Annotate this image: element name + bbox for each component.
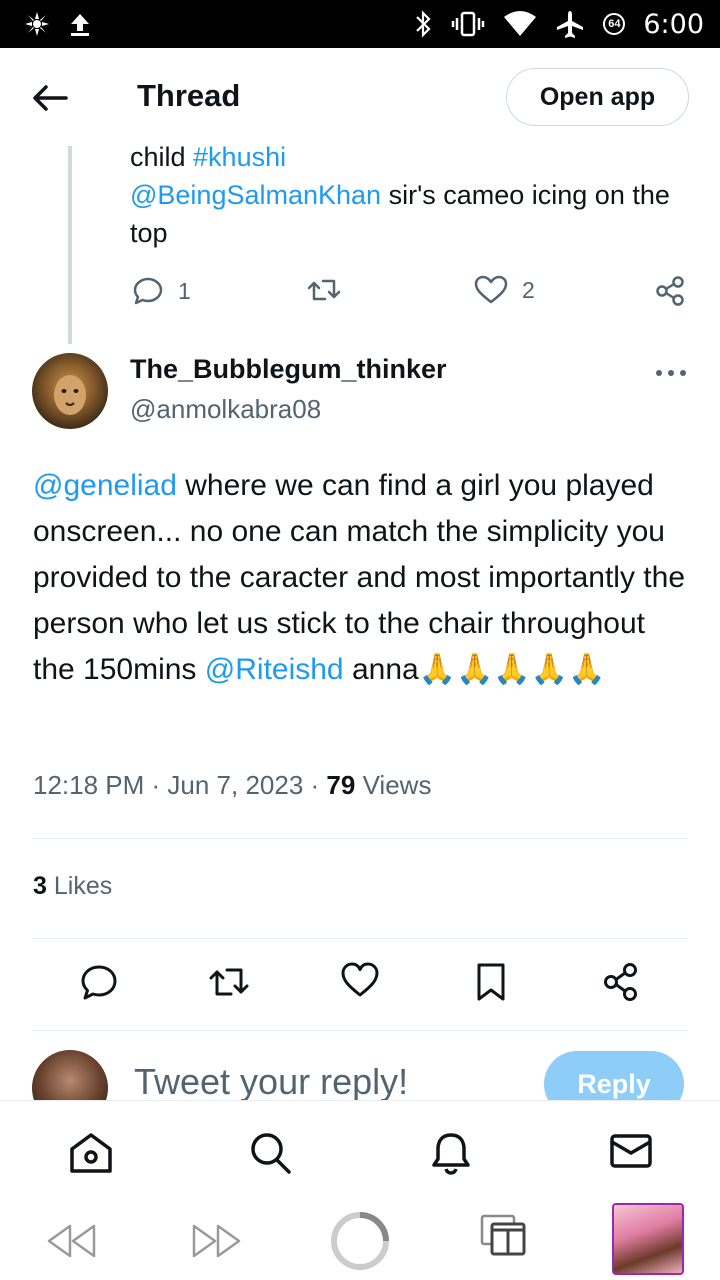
reply-icon [133,277,163,305]
tweet-time[interactable]: 12:18 PM [33,770,144,800]
divider [32,1030,688,1031]
battery-badge: 64 [603,13,626,35]
like-count: 2 [522,276,535,303]
views-label: Views [362,770,432,800]
upload-icon [71,14,89,36]
likes-summary[interactable]: 3 Likes [33,872,112,901]
browser-forward-icon[interactable] [190,1222,244,1260]
active-tab-thumbnail[interactable] [612,1203,684,1275]
tweet-body-tail: anna🙏🙏🙏🙏🙏 [343,653,606,686]
tabs-icon[interactable] [480,1214,528,1256]
retweet-action[interactable] [306,275,342,305]
search-icon[interactable] [248,1131,294,1175]
retweet-icon[interactable] [207,962,251,1002]
author-handle[interactable]: @anmolkabra08 [130,394,321,425]
messages-icon[interactable] [609,1131,653,1171]
mention-riteishd-link[interactable]: @Riteishd [205,653,344,686]
page-title: Thread [137,78,241,113]
previous-tweet-text: child #khushi @BeingSalmanKhan sir's cam… [130,138,690,252]
reply-icon[interactable] [80,962,118,1002]
like-icon[interactable] [340,962,380,998]
back-arrow-icon[interactable] [30,78,70,118]
previous-tweet-text-start: child [130,142,194,172]
tweet-body: @geneliad where we can find a girl you p… [33,463,693,693]
reply-count: 1 [178,277,191,304]
app-notification-icon [25,12,49,36]
tweet-action-bar [0,962,720,1006]
bluetooth-icon [416,10,431,38]
previous-tweet-actions: 1 2 [0,275,720,311]
lion-avatar-image [54,375,86,415]
likes-label: Likes [53,872,113,900]
wifi-icon [504,11,537,36]
airplane-icon [557,11,584,38]
reply-action[interactable]: 1 [132,275,191,307]
author-display-name[interactable]: The_Bubblegum_thinker [130,354,447,385]
status-bar: 64 6:00 [0,0,720,48]
tweet-date[interactable]: Jun 7, 2023 [167,770,303,800]
author-avatar[interactable] [32,353,108,429]
reload-icon[interactable] [328,1209,392,1273]
divider [32,838,688,839]
more-options-icon[interactable] [655,368,687,378]
like-action[interactable]: 2 [474,275,535,305]
browser-back-icon[interactable] [44,1222,98,1260]
mention-geneliad-link[interactable]: @geneliad [33,469,177,502]
hashtag-link[interactable]: #khushi [193,142,286,172]
share-icon[interactable] [603,962,639,1002]
likes-count: 3 [33,872,47,900]
bookmark-icon[interactable] [475,962,507,1002]
top-header: Thread Open app [0,48,720,146]
notifications-icon[interactable] [430,1131,472,1175]
thread-connector-line [68,146,72,344]
bottom-nav [0,1100,720,1200]
status-time: 6:00 [643,8,704,40]
heart-icon [474,275,508,304]
open-app-button[interactable]: Open app [506,68,689,126]
divider [32,938,688,939]
reply-input[interactable]: Tweet your reply! [134,1061,408,1103]
share-icon [656,276,684,306]
tweet-meta: 12:18 PM · Jun 7, 2023 · 79 Views [33,770,432,800]
vibrate-icon [452,11,485,37]
mention-link[interactable]: @BeingSalmanKhan [130,180,381,210]
views-count: 79 [326,770,356,800]
home-icon[interactable] [68,1131,114,1175]
retweet-icon [307,279,341,301]
share-action[interactable] [655,275,685,307]
